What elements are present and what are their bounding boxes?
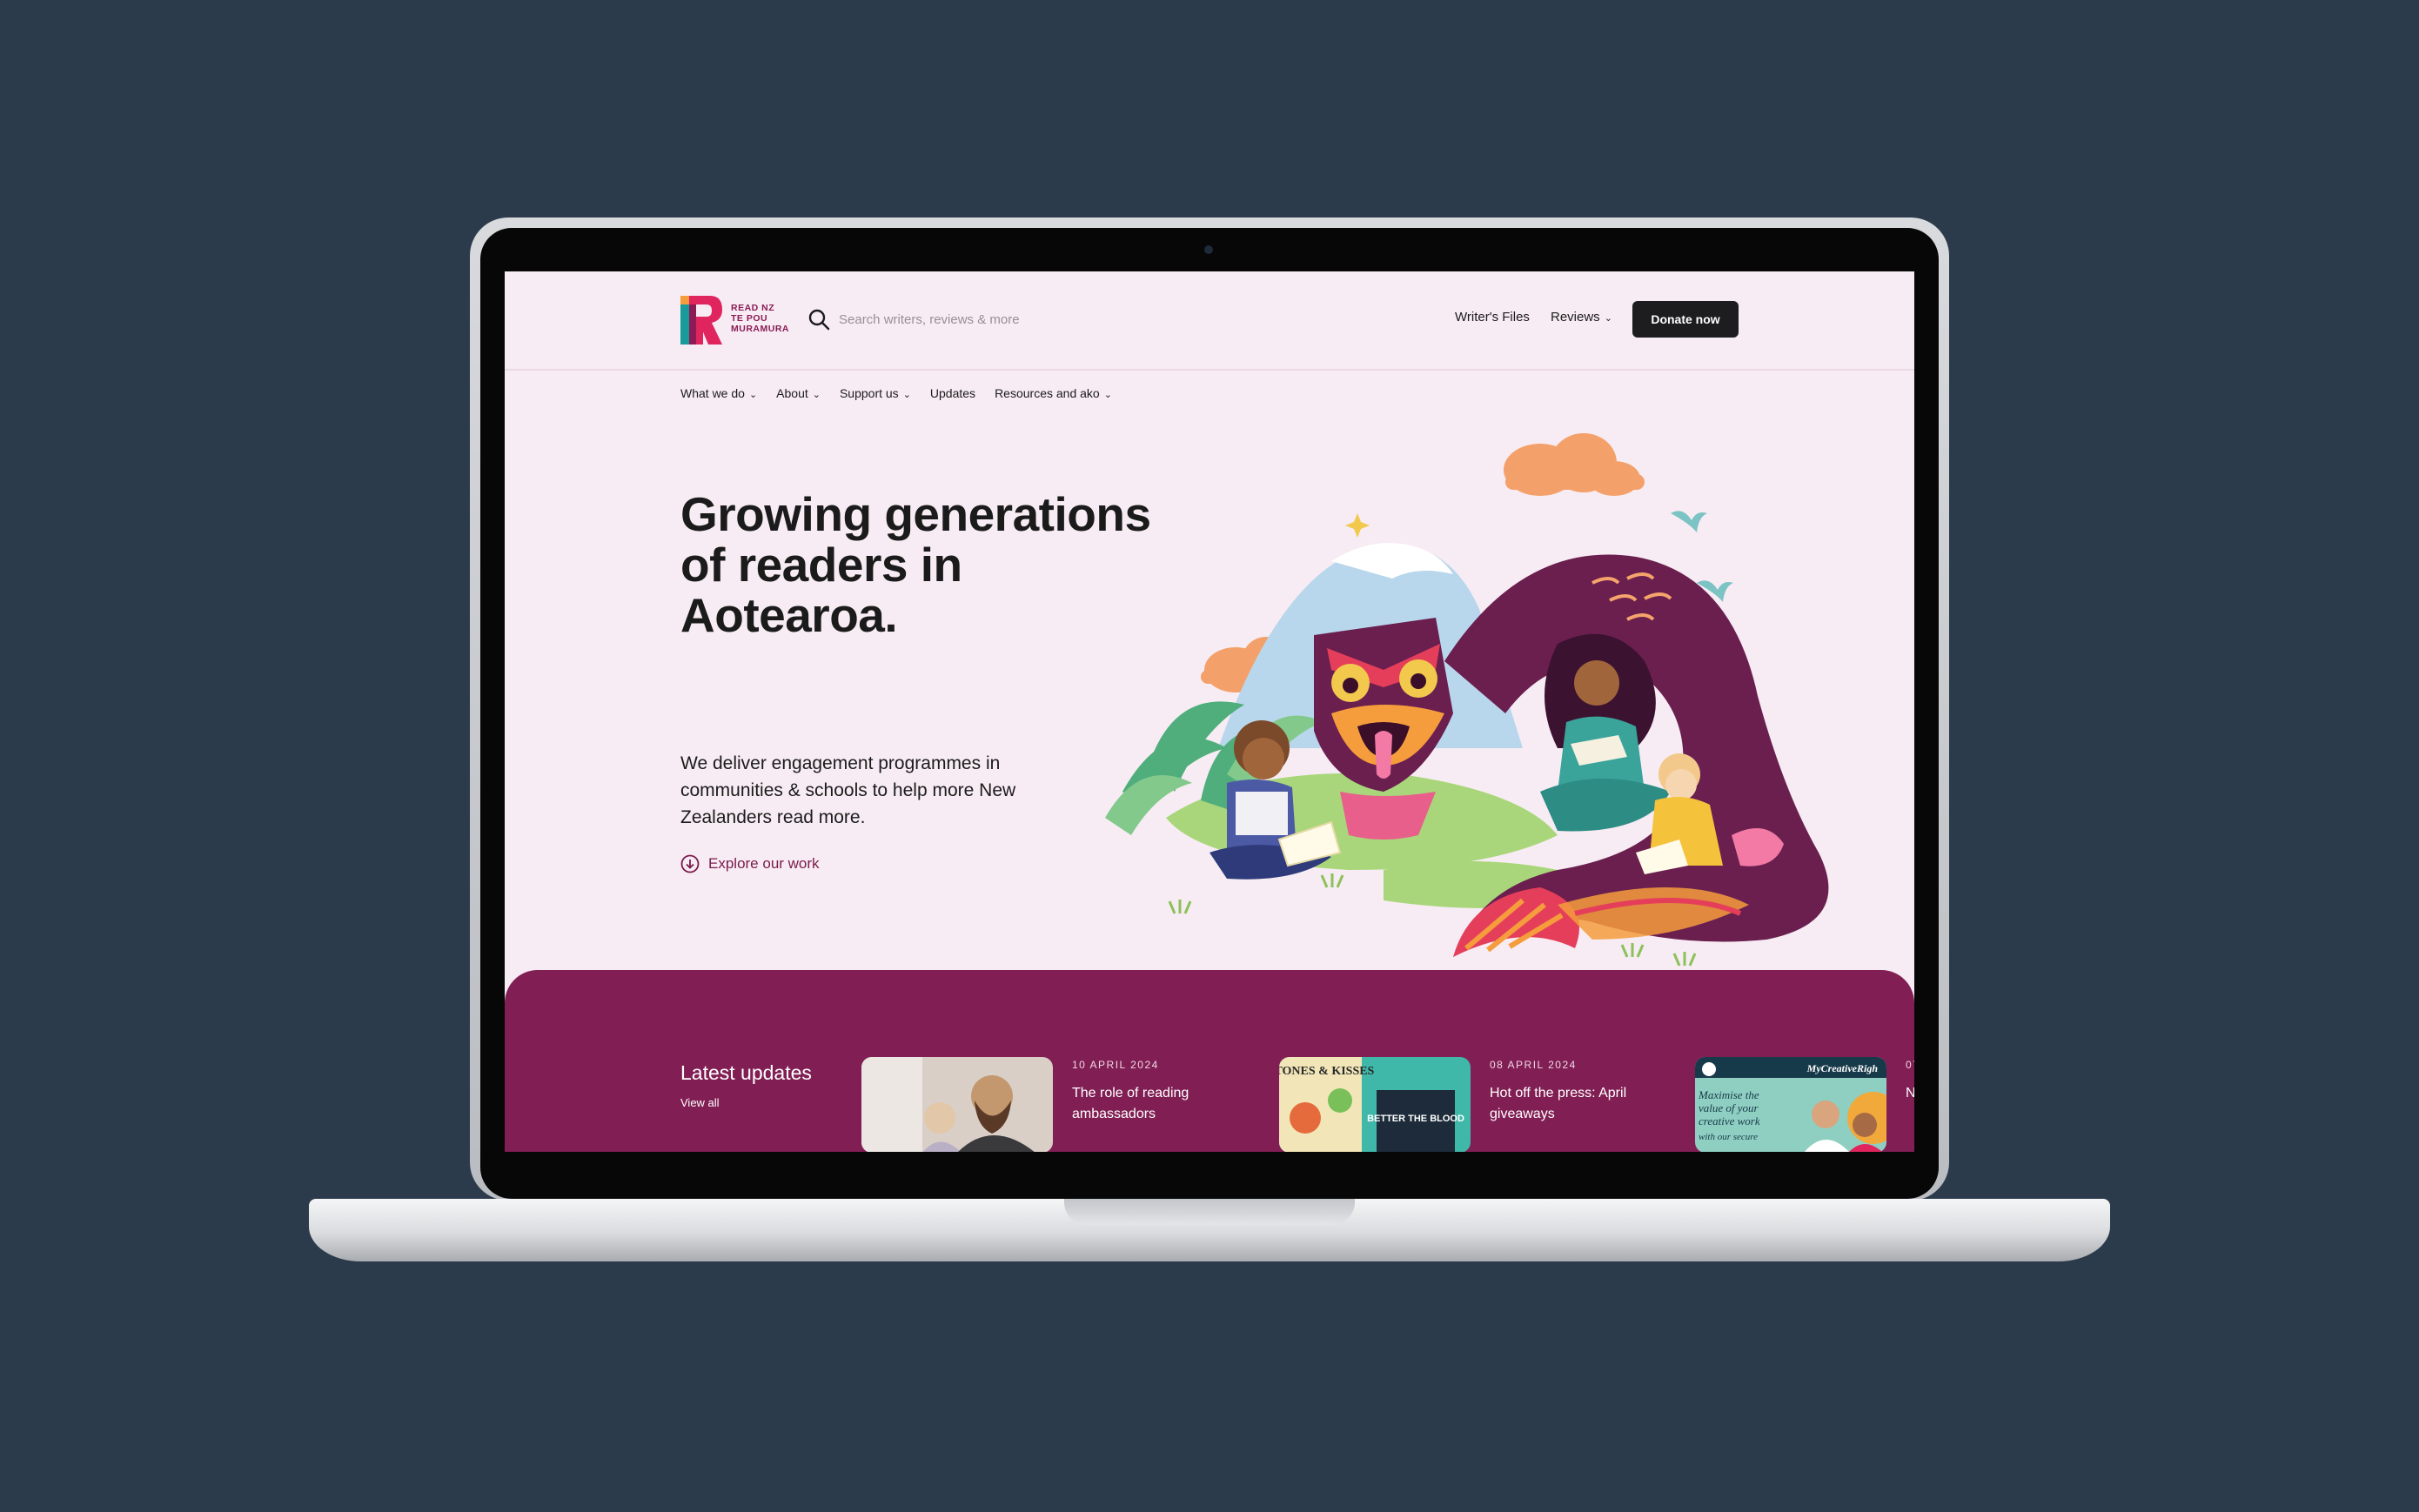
update-card[interactable]: 10 APRIL 2024 The role of reading ambass…	[861, 1057, 1270, 1152]
card-date: 07	[1906, 1059, 1914, 1071]
chevron-down-icon: ⌄	[902, 390, 911, 400]
card-image: MyCreativeRigh Maximise the value of you…	[1695, 1057, 1886, 1152]
nav-label: What we do	[680, 386, 745, 400]
main-nav: What we do ⌄ About ⌄ Support us ⌄ Updates R…	[680, 386, 1112, 404]
logo-line-2: TE POU	[731, 313, 768, 324]
nav-label: About	[776, 386, 808, 400]
donate-label: Donate now	[1651, 312, 1720, 326]
logo-line-1: READ NZ	[731, 303, 775, 313]
webcam	[1204, 245, 1213, 254]
writers-files-label: Writer's Files	[1455, 310, 1530, 324]
explore-label: Explore our work	[708, 855, 820, 872]
hero-illustration	[1105, 433, 1829, 967]
explore-link[interactable]: Explore our work	[680, 854, 820, 873]
svg-text:STONES & KISSES: STONES & KISSES	[1279, 1065, 1375, 1078]
book-covers-photo-icon: STONES & KISSES BETTER THE BLOOD	[1279, 1057, 1471, 1152]
logo-wordmark: READ NZ TE POU MURAMURA	[731, 303, 789, 334]
search-input[interactable]	[837, 306, 1067, 332]
site-header: READ NZ TE POU MURAMURA Writer's Files R…	[505, 271, 1914, 371]
website-screen: READ NZ TE POU MURAMURA Writer's Files R…	[505, 271, 1914, 1152]
read-nz-logo-icon	[680, 296, 722, 345]
nav-label: Support us	[839, 386, 899, 400]
laptop-notch	[1064, 1199, 1355, 1225]
reviews-menu[interactable]: Reviews ⌄	[1551, 310, 1612, 324]
nav-label: Updates	[929, 386, 976, 400]
site-logo[interactable]: READ NZ TE POU MURAMURA	[680, 296, 789, 345]
card-image: STONES & KISSES BETTER THE BLOOD	[1279, 1057, 1471, 1152]
chevron-down-icon: ⌄	[812, 390, 821, 400]
nav-item-support-us[interactable]: Support us ⌄	[840, 386, 911, 404]
search-bar	[807, 304, 1069, 332]
svg-text:value of your: value of your	[1699, 1101, 1759, 1114]
donate-button[interactable]: Donate now	[1632, 301, 1739, 338]
chevron-down-icon: ⌄	[1604, 313, 1612, 324]
sparkle-icon	[1345, 513, 1370, 538]
creative-rights-promo-icon: MyCreativeRigh Maximise the value of you…	[1695, 1057, 1886, 1152]
nav-item-about[interactable]: About ⌄	[776, 386, 821, 404]
hero-description: We deliver engagement programmes in comm…	[680, 753, 1016, 827]
logo-line-3: MURAMURA	[731, 324, 789, 334]
card-title: Hot off the press: April giveaways	[1490, 1086, 1627, 1121]
cloud-icon	[1504, 433, 1645, 496]
card-date: 10 APRIL 2024	[1072, 1059, 1159, 1071]
svg-text:Maximise the: Maximise the	[1698, 1088, 1759, 1101]
nav-item-updates[interactable]: Updates	[930, 386, 975, 404]
update-card[interactable]: STONES & KISSES BETTER THE BLOOD 08 APRI…	[1279, 1057, 1688, 1152]
card-image	[861, 1057, 1053, 1152]
latest-updates-heading: Latest updates	[680, 1061, 812, 1084]
family-reading-photo-icon	[861, 1057, 1053, 1152]
card-title: N w ill	[1906, 1086, 1914, 1101]
arrow-down-circle-icon	[680, 854, 700, 873]
svg-text:MyCreativeRigh: MyCreativeRigh	[1806, 1062, 1879, 1074]
writers-files-link[interactable]: Writer's Files	[1455, 310, 1530, 324]
view-all-link[interactable]: View all	[680, 1096, 720, 1109]
svg-text:creative work: creative work	[1699, 1114, 1760, 1127]
card-title: The role of reading ambassadors	[1072, 1086, 1189, 1121]
nav-item-what-we-do[interactable]: What we do ⌄	[680, 386, 757, 404]
search-icon[interactable]	[807, 308, 830, 331]
svg-text:BETTER THE BLOOD: BETTER THE BLOOD	[1367, 1114, 1464, 1124]
chevron-down-icon: ⌄	[748, 390, 758, 400]
bird-icon	[1671, 511, 1707, 532]
card-date: 08 APRIL 2024	[1490, 1059, 1577, 1071]
update-card[interactable]: MyCreativeRigh Maximise the value of you…	[1695, 1057, 1914, 1152]
svg-text:with our secure: with our secure	[1699, 1132, 1758, 1142]
reviews-label: Reviews	[1551, 310, 1600, 324]
latest-updates-section: Latest updates View all 10 APRIL 2024 Th…	[505, 970, 1914, 1152]
